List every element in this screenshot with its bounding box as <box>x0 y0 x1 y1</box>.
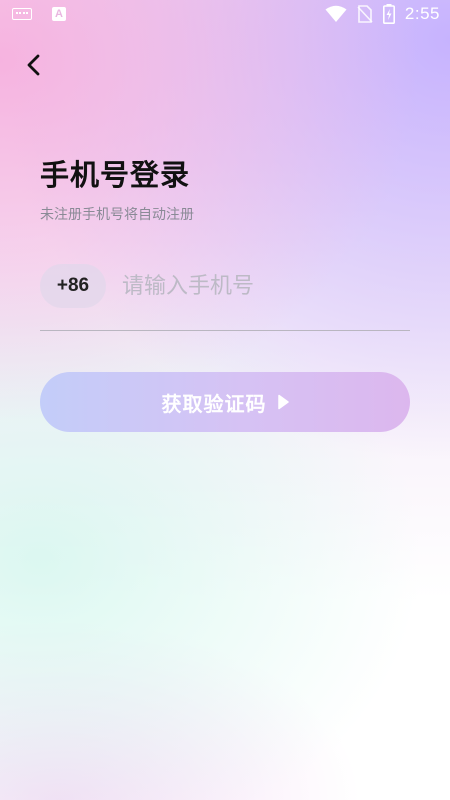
country-code-selector[interactable]: +86 <box>40 264 106 308</box>
phone-number-input[interactable] <box>122 266 402 306</box>
login-screen: A 2:55 手机号登录 未注册手机号将自动注册 +86 请输入手机号 获取验证… <box>0 0 450 800</box>
phone-input-row: +86 <box>40 264 410 308</box>
page-title: 手机号登录 <box>40 158 191 192</box>
get-code-label: 获取验证码 <box>161 391 267 416</box>
back-button[interactable] <box>20 50 48 80</box>
clock-time: 2:55 <box>404 4 440 23</box>
page-subtitle: 未注册手机号将自动注册 <box>40 207 194 223</box>
battery-charging-icon <box>382 4 395 24</box>
no-sim-icon <box>357 5 373 23</box>
keyboard-icon <box>12 8 32 20</box>
input-method-letter: A <box>55 8 63 20</box>
input-method-icon: A <box>52 7 66 21</box>
chevron-left-icon <box>27 54 40 76</box>
triangle-right-icon <box>277 394 289 410</box>
get-verification-code-button[interactable]: 获取验证码 <box>40 372 410 432</box>
wifi-icon <box>325 5 347 22</box>
input-underline <box>40 330 410 331</box>
status-bar: A 2:55 <box>0 0 450 30</box>
